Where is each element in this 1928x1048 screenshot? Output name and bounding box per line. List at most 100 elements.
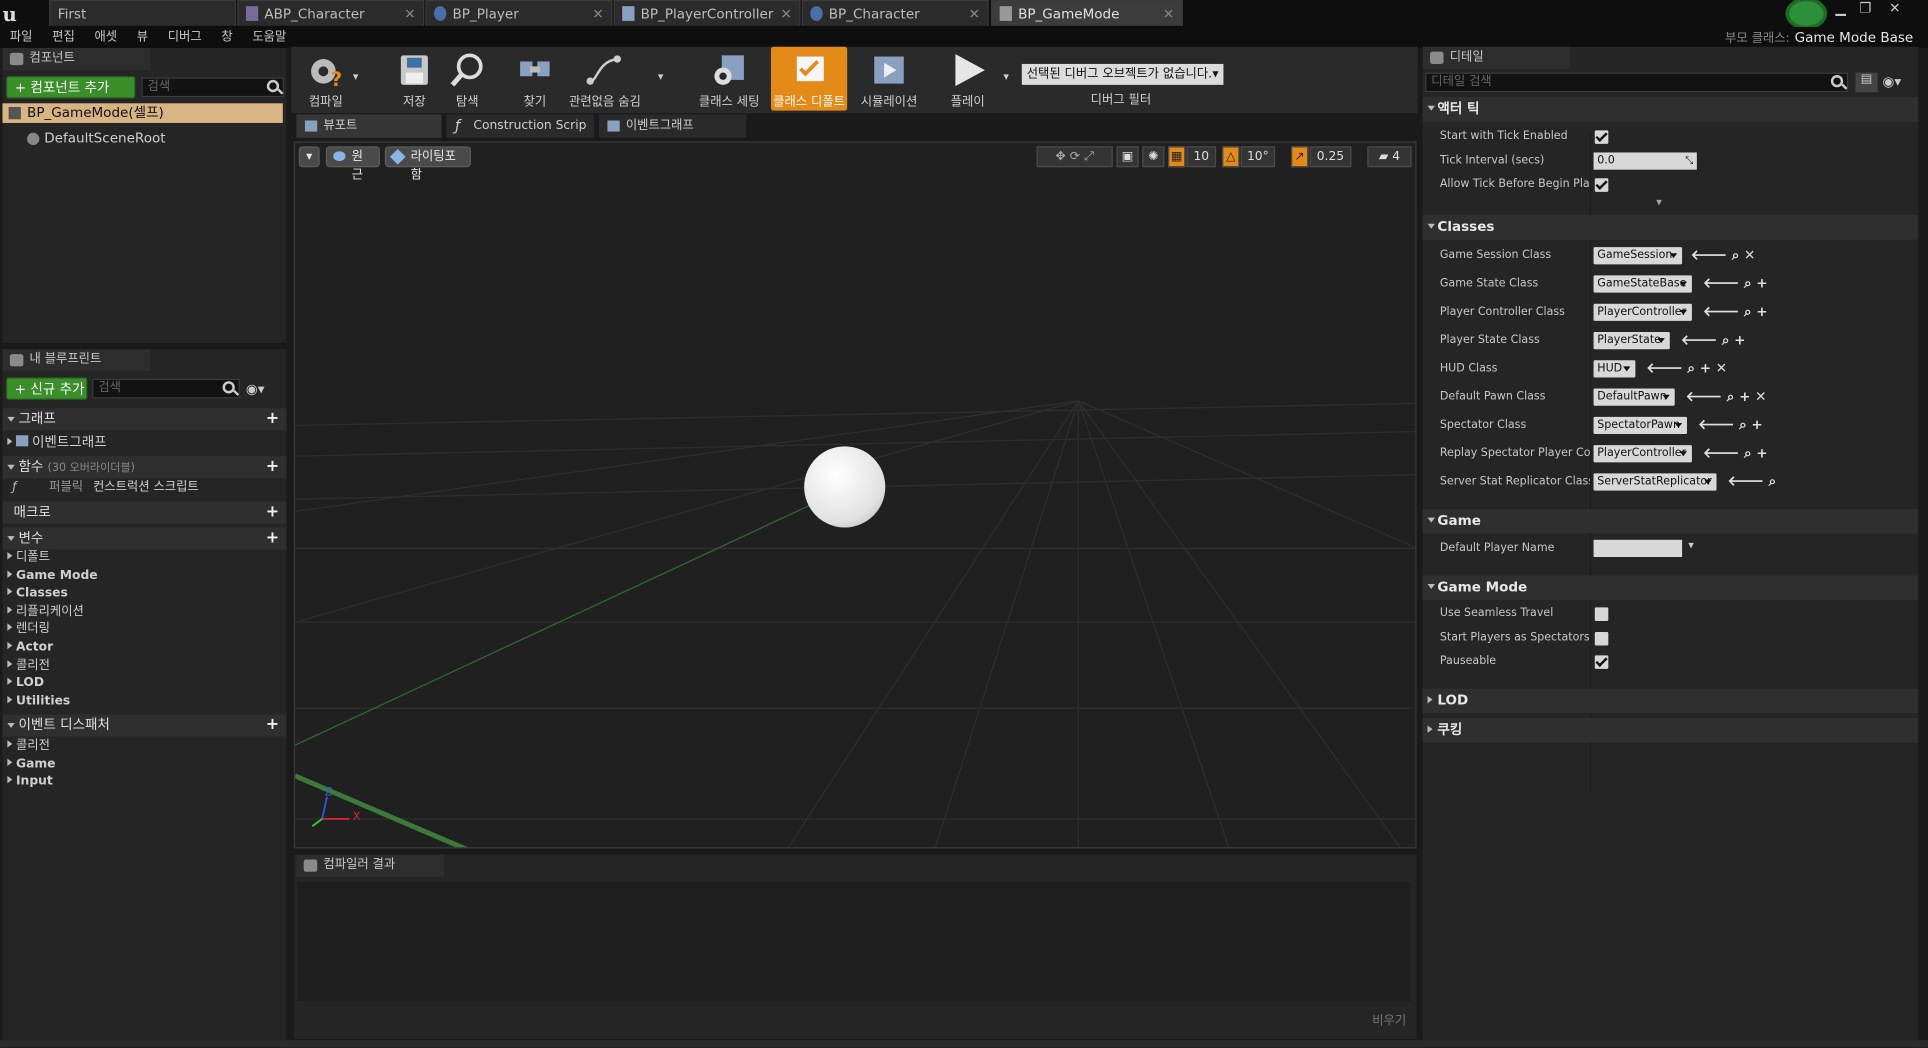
blueprint-search-input[interactable]: 검색 (92, 378, 240, 399)
grid-view-icon[interactable]: ▤ (1855, 72, 1878, 93)
add-icon[interactable]: + (1756, 304, 1767, 320)
add-graph-icon[interactable]: + (266, 409, 279, 429)
variable-group[interactable]: 렌더링 (7, 621, 97, 639)
class-row-actions[interactable]: 🡐 ⌕ (1728, 473, 1777, 490)
class-row-actions[interactable]: 🡐 ⌕ + (1703, 304, 1768, 321)
arrow-left-icon[interactable]: 🡐 (1703, 445, 1739, 461)
search-icon[interactable]: ⌕ (1739, 417, 1747, 433)
start-spectators-checkbox[interactable] (1594, 632, 1609, 646)
browse-button[interactable]: 탐색 (433, 47, 502, 111)
search-icon[interactable]: ⌕ (1744, 275, 1752, 291)
clear-icon[interactable]: ✕ (1716, 360, 1727, 376)
tick-interval-input[interactable]: 0.0 ⤡ (1593, 152, 1697, 170)
variable-group[interactable]: 리플리케이션 (7, 603, 97, 621)
dispatcher-group[interactable]: Game (7, 756, 56, 774)
clear-button[interactable]: 비우기 (1372, 1010, 1406, 1028)
menu-window[interactable]: 창 (212, 27, 243, 48)
transform-tools[interactable]: ✥ ⟳ ⤢ (1036, 146, 1113, 168)
simulation-button[interactable]: 시뮬레이션 (851, 47, 927, 111)
parent-class-value[interactable]: Game Mode Base (1795, 30, 1914, 46)
arrow-left-icon[interactable]: 🡐 (1698, 417, 1734, 433)
grid-snap-icon[interactable]: ▦ (1168, 146, 1186, 168)
add-new-button[interactable]: + 신규 추가 (6, 377, 88, 400)
eye-icon[interactable]: ◉▾ (1883, 74, 1902, 90)
component-root-item[interactable]: BP_GameMode(셀프) (2, 103, 283, 123)
add-macro-icon[interactable]: + (266, 503, 279, 523)
clear-icon[interactable]: ✕ (1755, 389, 1766, 405)
player-state-class-dropdown[interactable]: PlayerState (1593, 331, 1670, 350)
section-cooking[interactable]: 쿠킹 (1422, 718, 1919, 743)
functions-section[interactable]: 함수 (30 오버라이더블) + (2, 456, 287, 479)
expand-advanced-icon[interactable]: ▾ (1656, 197, 1662, 209)
menu-help[interactable]: 도움말 (243, 27, 297, 48)
macros-section[interactable]: 매크로 + (2, 501, 287, 524)
rotation-snap-icon[interactable]: △ (1222, 146, 1240, 168)
section-actor-tick[interactable]: 액터 틱 (1422, 97, 1919, 122)
dispatchers-section[interactable]: 이벤트 디스패처 + (2, 714, 287, 737)
surface-snap-icon[interactable]: ▣ (1116, 146, 1139, 168)
section-classes[interactable]: Classes (1422, 215, 1919, 240)
server-stat-replicator-dropdown[interactable]: ServerStatReplicator (1593, 473, 1717, 491)
close-window-icon[interactable]: ✕ (1884, 0, 1906, 17)
variable-group[interactable]: 디폴트 (7, 550, 97, 568)
default-player-name-input[interactable] (1593, 539, 1683, 558)
arrow-left-icon[interactable]: 🡐 (1691, 247, 1727, 263)
hud-class-dropdown[interactable]: HUD (1593, 360, 1636, 378)
viewport-options-icon[interactable]: ▾ (298, 146, 320, 168)
compile-dropdown-icon[interactable]: ▾ (353, 71, 359, 83)
player-controller-class-dropdown[interactable]: PlayerController (1593, 303, 1692, 321)
class-row-actions[interactable]: 🡐 ⌕ + ✕ (1646, 360, 1727, 377)
compile-button[interactable]: ? 컴파일 (294, 47, 358, 111)
close-icon[interactable]: ✕ (592, 1, 603, 27)
scale-snap-icon[interactable]: ↗ (1291, 146, 1309, 168)
world-local-icon[interactable]: ✺ (1142, 146, 1165, 168)
variables-section[interactable]: 변수 + (2, 527, 287, 550)
pauseable-checkbox[interactable] (1594, 655, 1609, 669)
tab-level[interactable]: First (49, 0, 237, 26)
scale-snap-value[interactable]: 0.25 (1309, 146, 1352, 168)
section-game[interactable]: Game (1422, 509, 1919, 534)
variable-group[interactable]: LOD (7, 675, 97, 693)
search-icon[interactable]: ⌕ (1769, 473, 1777, 489)
graphs-section[interactable]: 그래프 + (2, 408, 287, 431)
class-row-actions[interactable]: 🡐 ⌕ + ✕ (1686, 389, 1767, 406)
event-graph-item[interactable]: 이벤트그래프 (7, 434, 107, 451)
search-icon[interactable]: ⌕ (1727, 389, 1735, 405)
arrow-left-icon[interactable]: 🡐 (1703, 304, 1739, 320)
tab-bp-player[interactable]: BP_Player ✕ (425, 0, 613, 27)
hide-unrelated-dropdown-icon[interactable]: ▾ (658, 71, 664, 83)
menu-edit[interactable]: 편집 (42, 27, 84, 48)
start-with-tick-checkbox[interactable] (1594, 130, 1609, 144)
close-icon[interactable]: ✕ (1163, 1, 1174, 27)
class-row-actions[interactable]: 🡐 ⌕ + (1703, 445, 1768, 462)
class-row-actions[interactable]: 🡐 ⌕ + (1681, 332, 1746, 349)
arrow-left-icon[interactable]: 🡐 (1703, 275, 1739, 291)
use-seamless-travel-checkbox[interactable] (1594, 607, 1609, 621)
perspective-button[interactable]: 원근 (325, 146, 380, 182)
viewport[interactable]: ▾ 원근 라이팅포함 ✥ ⟳ ⤢ ▣ ✺ ▦ 10 △ 10° ↗ 0.25 ▰… (293, 141, 1417, 849)
debug-object-select[interactable]: 선택된 디버그 오브젝트가 없습니다. ▾ (1021, 63, 1224, 85)
class-row-actions[interactable]: 🡐 ⌕ + (1698, 417, 1763, 434)
source-control-icon[interactable] (1785, 0, 1828, 30)
allow-tick-checkbox[interactable] (1594, 178, 1609, 192)
add-icon[interactable]: + (1751, 417, 1762, 433)
add-variable-icon[interactable]: + (266, 529, 279, 549)
search-icon[interactable]: ⌕ (1722, 332, 1730, 348)
play-button[interactable]: 플레이 (933, 47, 1002, 111)
replay-spectator-class-dropdown[interactable]: PlayerController (1593, 445, 1692, 463)
class-settings-button[interactable]: 클래스 세팅 (693, 47, 764, 111)
section-game-mode[interactable]: Game Mode (1422, 575, 1919, 601)
tab-bp-character[interactable]: BP_Character ✕ (801, 0, 989, 26)
lighting-button[interactable]: 라이팅포함 (384, 146, 471, 182)
menu-view[interactable]: 뷰 (127, 27, 158, 48)
hide-unrelated-button[interactable]: 관련없음 숨김 (567, 47, 643, 111)
variable-group[interactable]: Utilities (7, 693, 97, 711)
add-component-button[interactable]: + 컴포넌트 추가 (6, 76, 136, 99)
tab-bp-playercontroller[interactable]: BP_PlayerController ✕ (613, 0, 801, 26)
add-icon[interactable]: + (1700, 360, 1711, 376)
dispatcher-group[interactable]: 콜리전 (7, 738, 55, 756)
search-icon[interactable]: ⌕ (1687, 360, 1695, 376)
game-session-class-dropdown[interactable]: GameSession (1593, 247, 1683, 265)
search-icon[interactable]: ⌕ (1744, 304, 1752, 320)
rotation-snap-value[interactable]: 10° (1240, 146, 1276, 168)
